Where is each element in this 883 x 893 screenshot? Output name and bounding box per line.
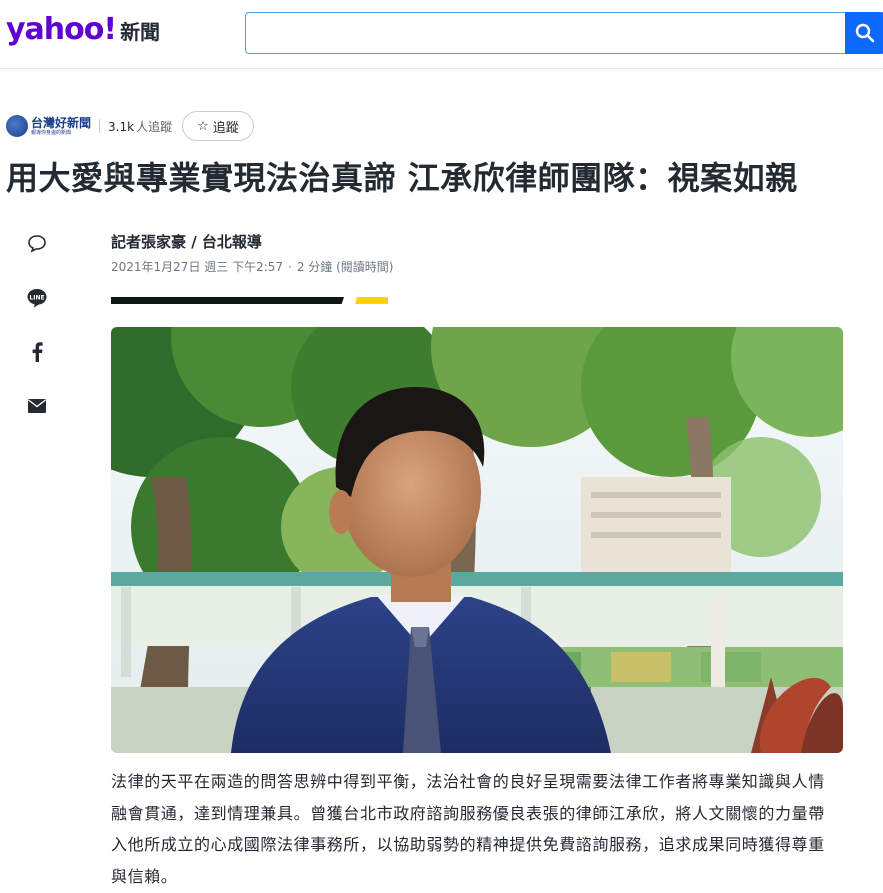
- follower-number: 3.1k: [108, 119, 135, 134]
- article-body: 法律的天平在兩造的問答思辨中得到平衡，法治社會的良好呈現需要法律工作者將專業知識…: [111, 772, 825, 886]
- mail-icon[interactable]: [26, 395, 48, 417]
- publisher-logo[interactable]: 台灣好新聞 報導你身邊的新聞: [6, 115, 91, 137]
- follower-label: 人追蹤: [136, 119, 173, 134]
- comment-icon[interactable]: [26, 232, 48, 254]
- separator-dot: ·: [288, 260, 292, 274]
- site-header: yahoo! 新聞: [0, 0, 883, 69]
- article-headline: 用大愛與專業實現法治真諦 江承欣律師團隊：視案如親: [6, 159, 798, 197]
- yahoo-news-logo[interactable]: yahoo! 新聞: [6, 12, 160, 52]
- article-meta: 2021年1月27日 週三 下午2:57 · 2 分鐘 (閱讀時間): [111, 258, 394, 275]
- divider: [99, 119, 101, 133]
- star-icon: ☆: [197, 118, 209, 134]
- read-time: 2 分鐘 (閱讀時間): [296, 260, 394, 274]
- search-button[interactable]: [845, 12, 883, 54]
- line-share-icon[interactable]: LINE: [26, 287, 48, 309]
- publisher-name: 台灣好新聞: [31, 115, 92, 130]
- publisher-tagline: 報導你身邊的新聞: [31, 129, 72, 136]
- author-name: 記者張家豪 / 台北報導: [111, 233, 262, 251]
- line-icon-text: LINE: [29, 294, 44, 301]
- follower-count: 3.1k 人追蹤: [108, 118, 172, 135]
- publish-date: 2021年1月27日 週三 下午2:57: [111, 260, 284, 274]
- yahoo-logo-text: yahoo!: [6, 12, 117, 47]
- decorative-bar: [111, 297, 344, 304]
- publisher-logo-icon: [6, 115, 28, 137]
- search-icon: [855, 23, 875, 43]
- search-input[interactable]: [245, 12, 845, 54]
- facebook-icon[interactable]: [26, 341, 48, 363]
- news-section-label: 新聞: [120, 20, 161, 44]
- decorative-accent: [355, 297, 388, 304]
- article-byline: 記者張家豪 / 台北報導 2021年1月27日 週三 下午2:57 · 2 分鐘 (…: [111, 231, 394, 275]
- follow-button[interactable]: ☆ 追蹤: [182, 111, 254, 141]
- article-photo[interactable]: [111, 327, 843, 753]
- follow-label: 追蹤: [212, 120, 239, 136]
- publisher-row: 台灣好新聞 報導你身邊的新聞 3.1k 人追蹤 ☆ 追蹤: [6, 110, 254, 142]
